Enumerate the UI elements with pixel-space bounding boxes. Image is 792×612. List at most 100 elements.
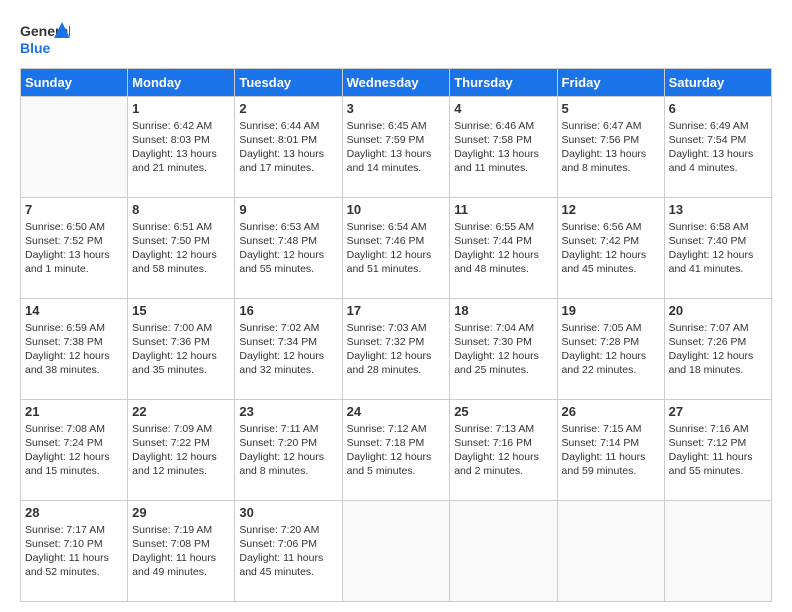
day-info-line: and 21 minutes. <box>132 161 230 175</box>
day-info-line: Daylight: 12 hours <box>239 248 337 262</box>
day-number: 13 <box>669 201 767 219</box>
day-number: 28 <box>25 504 123 522</box>
col-header-monday: Monday <box>128 69 235 97</box>
calendar-cell: 15Sunrise: 7:00 AMSunset: 7:36 PMDayligh… <box>128 299 235 400</box>
day-info-line: Sunrise: 7:20 AM <box>239 523 337 537</box>
day-info-line: Daylight: 13 hours <box>347 147 446 161</box>
day-info-line: Sunrise: 6:53 AM <box>239 220 337 234</box>
day-number: 8 <box>132 201 230 219</box>
day-info-line: and 11 minutes. <box>454 161 552 175</box>
day-info-line: Sunrise: 6:49 AM <box>669 119 767 133</box>
day-info-line: Sunrise: 6:46 AM <box>454 119 552 133</box>
day-info-line: Daylight: 12 hours <box>562 248 660 262</box>
day-info-line: Sunrise: 7:15 AM <box>562 422 660 436</box>
day-info-line: Sunset: 7:38 PM <box>25 335 123 349</box>
calendar-cell <box>450 501 557 602</box>
day-info-line: and 15 minutes. <box>25 464 123 478</box>
col-header-friday: Friday <box>557 69 664 97</box>
day-info-line: and 1 minute. <box>25 262 123 276</box>
day-info-line: Daylight: 11 hours <box>25 551 123 565</box>
day-info-line: Sunrise: 7:03 AM <box>347 321 446 335</box>
day-info-line: Sunset: 7:48 PM <box>239 234 337 248</box>
calendar-cell: 1Sunrise: 6:42 AMSunset: 8:03 PMDaylight… <box>128 97 235 198</box>
day-info-line: and 17 minutes. <box>239 161 337 175</box>
day-info-line: Sunrise: 6:47 AM <box>562 119 660 133</box>
day-info-line: and 35 minutes. <box>132 363 230 377</box>
calendar-cell <box>342 501 450 602</box>
calendar-cell: 17Sunrise: 7:03 AMSunset: 7:32 PMDayligh… <box>342 299 450 400</box>
day-number: 3 <box>347 100 446 118</box>
day-info-line: Sunset: 7:44 PM <box>454 234 552 248</box>
calendar-cell: 8Sunrise: 6:51 AMSunset: 7:50 PMDaylight… <box>128 198 235 299</box>
day-info-line: and 14 minutes. <box>347 161 446 175</box>
calendar-cell: 10Sunrise: 6:54 AMSunset: 7:46 PMDayligh… <box>342 198 450 299</box>
day-info-line: Daylight: 13 hours <box>132 147 230 161</box>
calendar-cell: 26Sunrise: 7:15 AMSunset: 7:14 PMDayligh… <box>557 400 664 501</box>
day-info-line: and 38 minutes. <box>25 363 123 377</box>
logo-svg: GeneralBlue <box>20 18 70 58</box>
day-info-line: Sunrise: 7:00 AM <box>132 321 230 335</box>
day-number: 11 <box>454 201 552 219</box>
day-info-line: Sunrise: 6:45 AM <box>347 119 446 133</box>
day-info-line: and 45 minutes. <box>562 262 660 276</box>
day-info-line: Daylight: 12 hours <box>239 450 337 464</box>
day-info-line: and 52 minutes. <box>25 565 123 579</box>
calendar-cell <box>21 97 128 198</box>
day-info-line: Sunset: 7:36 PM <box>132 335 230 349</box>
day-info-line: Daylight: 11 hours <box>562 450 660 464</box>
col-header-thursday: Thursday <box>450 69 557 97</box>
day-number: 14 <box>25 302 123 320</box>
day-info-line: Daylight: 13 hours <box>562 147 660 161</box>
day-info-line: Daylight: 12 hours <box>669 349 767 363</box>
calendar-cell <box>557 501 664 602</box>
day-info-line: Sunrise: 7:08 AM <box>25 422 123 436</box>
day-info-line: Daylight: 12 hours <box>347 248 446 262</box>
calendar-cell: 20Sunrise: 7:07 AMSunset: 7:26 PMDayligh… <box>664 299 771 400</box>
day-info-line: Sunset: 7:50 PM <box>132 234 230 248</box>
day-number: 19 <box>562 302 660 320</box>
day-info-line: Sunrise: 7:05 AM <box>562 321 660 335</box>
day-info-line: Daylight: 11 hours <box>132 551 230 565</box>
calendar-cell: 3Sunrise: 6:45 AMSunset: 7:59 PMDaylight… <box>342 97 450 198</box>
calendar-cell: 18Sunrise: 7:04 AMSunset: 7:30 PMDayligh… <box>450 299 557 400</box>
day-info-line: Sunset: 7:18 PM <box>347 436 446 450</box>
day-info-line: Sunrise: 6:59 AM <box>25 321 123 335</box>
day-number: 21 <box>25 403 123 421</box>
calendar-cell: 23Sunrise: 7:11 AMSunset: 7:20 PMDayligh… <box>235 400 342 501</box>
day-number: 16 <box>239 302 337 320</box>
page: GeneralBlue SundayMondayTuesdayWednesday… <box>0 0 792 612</box>
day-info-line: and 22 minutes. <box>562 363 660 377</box>
day-info-line: Daylight: 11 hours <box>669 450 767 464</box>
day-info-line: Sunrise: 6:44 AM <box>239 119 337 133</box>
day-info-line: Daylight: 12 hours <box>562 349 660 363</box>
day-info-line: Sunrise: 6:42 AM <box>132 119 230 133</box>
day-info-line: and 28 minutes. <box>347 363 446 377</box>
day-info-line: and 45 minutes. <box>239 565 337 579</box>
day-number: 25 <box>454 403 552 421</box>
day-info-line: Sunset: 7:40 PM <box>669 234 767 248</box>
day-info-line: Daylight: 12 hours <box>454 349 552 363</box>
day-number: 18 <box>454 302 552 320</box>
day-info-line: Sunrise: 7:07 AM <box>669 321 767 335</box>
day-info-line: and 32 minutes. <box>239 363 337 377</box>
day-info-line: Sunset: 7:22 PM <box>132 436 230 450</box>
calendar-cell: 2Sunrise: 6:44 AMSunset: 8:01 PMDaylight… <box>235 97 342 198</box>
day-number: 20 <box>669 302 767 320</box>
calendar-cell <box>664 501 771 602</box>
calendar-cell: 22Sunrise: 7:09 AMSunset: 7:22 PMDayligh… <box>128 400 235 501</box>
day-number: 30 <box>239 504 337 522</box>
day-info-line: Sunrise: 7:12 AM <box>347 422 446 436</box>
day-info-line: and 25 minutes. <box>454 363 552 377</box>
col-header-saturday: Saturday <box>664 69 771 97</box>
day-info-line: and 12 minutes. <box>132 464 230 478</box>
day-number: 27 <box>669 403 767 421</box>
day-info-line: Sunset: 7:54 PM <box>669 133 767 147</box>
day-info-line: Sunrise: 7:13 AM <box>454 422 552 436</box>
calendar-cell: 7Sunrise: 6:50 AMSunset: 7:52 PMDaylight… <box>21 198 128 299</box>
day-info-line: and 48 minutes. <box>454 262 552 276</box>
day-info-line: Sunset: 7:26 PM <box>669 335 767 349</box>
calendar-cell: 25Sunrise: 7:13 AMSunset: 7:16 PMDayligh… <box>450 400 557 501</box>
calendar-table: SundayMondayTuesdayWednesdayThursdayFrid… <box>20 68 772 602</box>
calendar-cell: 11Sunrise: 6:55 AMSunset: 7:44 PMDayligh… <box>450 198 557 299</box>
day-info-line: Sunset: 7:16 PM <box>454 436 552 450</box>
